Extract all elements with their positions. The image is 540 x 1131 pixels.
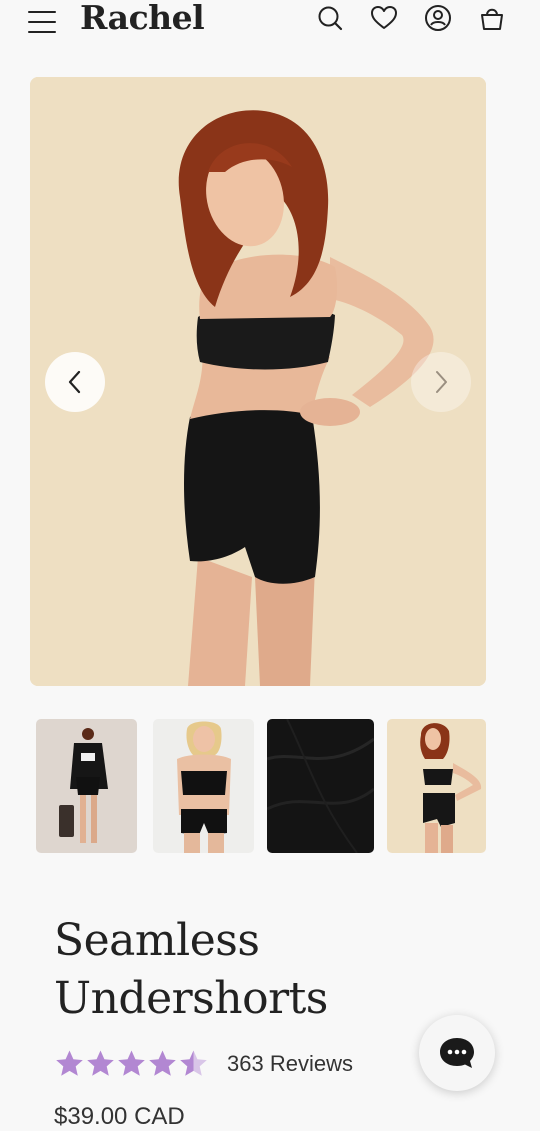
- thumbnail-image: [36, 719, 137, 853]
- thumbnail-4[interactable]: [387, 719, 486, 853]
- star-icon: [149, 1050, 176, 1076]
- account-icon[interactable]: [424, 4, 452, 32]
- chevron-right-icon: [436, 371, 447, 393]
- thumbnail-image: [387, 719, 486, 853]
- thumbnail-1[interactable]: [36, 719, 137, 853]
- product-main-image[interactable]: [30, 77, 486, 686]
- star-icon: [56, 1050, 83, 1076]
- star-icon: [118, 1050, 145, 1076]
- bag-icon[interactable]: [478, 4, 506, 32]
- product-rating[interactable]: 363 Reviews: [54, 1047, 353, 1081]
- reviews-link[interactable]: 363 Reviews: [227, 1051, 353, 1077]
- thumbnail-3[interactable]: [267, 719, 374, 853]
- thumbnail-image: [267, 719, 374, 853]
- chat-bubble-icon: [438, 1036, 476, 1070]
- header: Rachel: [0, 0, 540, 40]
- previous-image-button[interactable]: [45, 352, 105, 412]
- product-title: Seamless Undershorts: [54, 915, 328, 1024]
- star-icon: [87, 1050, 114, 1076]
- thumbnail-2[interactable]: [153, 719, 254, 853]
- next-image-button[interactable]: [411, 352, 471, 412]
- star-icon: [180, 1050, 207, 1076]
- search-icon[interactable]: [316, 4, 344, 32]
- heart-icon[interactable]: [370, 4, 398, 32]
- chevron-left-icon: [68, 370, 81, 394]
- star-rating: [54, 1049, 209, 1079]
- logo[interactable]: Rachel: [80, 0, 205, 37]
- product-price: $39.00 CAD: [54, 1103, 185, 1130]
- menu-icon[interactable]: [26, 6, 58, 33]
- chat-button[interactable]: [419, 1015, 495, 1091]
- thumbnail-image: [153, 719, 254, 853]
